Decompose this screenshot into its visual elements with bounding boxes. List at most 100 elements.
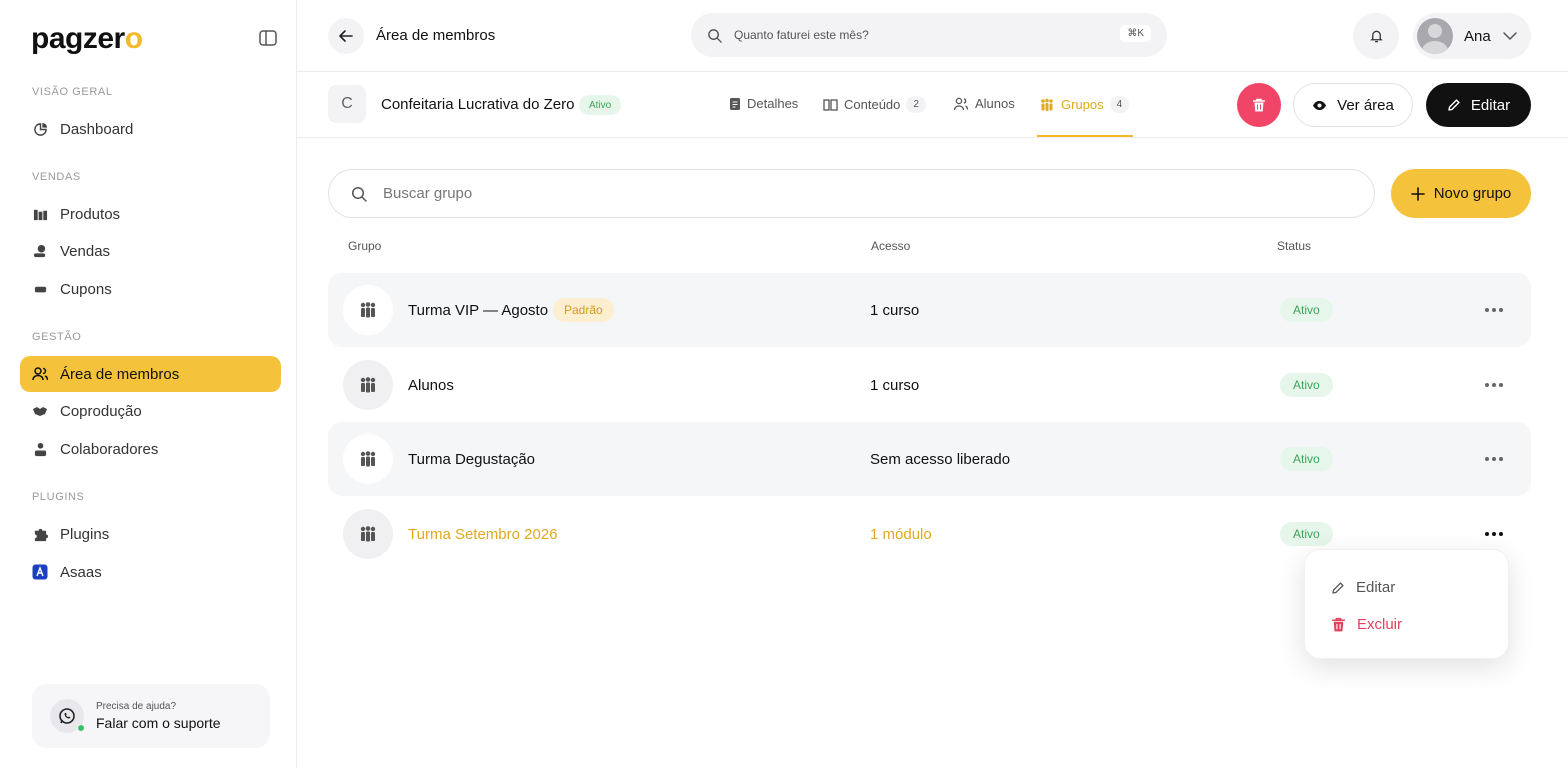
column-header-status[interactable]: Status bbox=[1277, 239, 1311, 253]
sidebar-item-cupons[interactable]: Cupons bbox=[20, 271, 281, 307]
handshake-icon bbox=[32, 403, 48, 419]
support-card[interactable]: Precisa de ajuda? Falar com o suporte bbox=[32, 684, 270, 748]
sidebar-item-label: Produtos bbox=[60, 205, 121, 223]
more-options-icon[interactable] bbox=[1480, 446, 1508, 472]
puzzle-icon bbox=[32, 526, 48, 542]
sidebar-item-area-membros[interactable]: Área de membros bbox=[20, 356, 281, 392]
row-actions-menu: Editar Excluir bbox=[1304, 549, 1509, 659]
trash-icon bbox=[1332, 617, 1345, 631]
document-icon bbox=[730, 97, 740, 110]
sidebar-item-produtos[interactable]: Produtos bbox=[20, 196, 281, 232]
product-header: C Confeitaria Lucrativa do Zero Ativo De… bbox=[297, 72, 1568, 138]
column-header-acesso[interactable]: Acesso bbox=[871, 239, 910, 253]
group-name: Alunos bbox=[408, 377, 454, 394]
status-badge: Ativo bbox=[1280, 373, 1333, 397]
eye-icon bbox=[1313, 100, 1327, 110]
new-group-button[interactable]: Novo grupo bbox=[1391, 169, 1531, 218]
more-options-icon[interactable] bbox=[1480, 521, 1508, 547]
view-area-button[interactable]: Ver área bbox=[1293, 83, 1413, 127]
group-access: 1 módulo bbox=[870, 526, 932, 543]
user-menu[interactable]: Ana bbox=[1413, 13, 1531, 59]
table-row[interactable]: Turma Degustação Sem acesso liberado Ati… bbox=[328, 422, 1531, 496]
support-link[interactable]: Falar com o suporte bbox=[96, 715, 221, 731]
menu-item-delete[interactable]: Excluir bbox=[1331, 616, 1402, 633]
sidebar-item-label: Dashboard bbox=[60, 120, 134, 138]
status-badge: Ativo bbox=[579, 95, 622, 115]
group-name: Turma VIP — Agosto bbox=[408, 302, 549, 319]
tab-count: 4 bbox=[1109, 96, 1130, 113]
group-icon bbox=[1041, 98, 1053, 111]
menu-item-edit[interactable]: Editar bbox=[1331, 579, 1395, 596]
arrow-left-icon bbox=[339, 30, 353, 42]
status-badge: Ativo bbox=[1280, 522, 1333, 546]
more-options-icon[interactable] bbox=[1480, 297, 1508, 323]
group-icon bbox=[343, 285, 393, 335]
dashboard-icon bbox=[32, 121, 48, 137]
logo[interactable]: pagzero bbox=[31, 22, 143, 56]
status-badge: Ativo bbox=[1280, 298, 1333, 322]
members-icon bbox=[32, 366, 48, 382]
group-access: 1 curso bbox=[870, 302, 920, 319]
tab-alunos[interactable]: Alunos bbox=[953, 96, 1015, 111]
notifications-button[interactable] bbox=[1353, 13, 1399, 59]
page-title: Área de membros bbox=[376, 27, 496, 44]
tab-detalhes[interactable]: Detalhes bbox=[729, 96, 798, 111]
online-dot bbox=[77, 724, 85, 732]
sidebar: pagzero VISÃO GERAL Dashboard VENDAS Pro… bbox=[0, 0, 297, 768]
sidebar-item-plugins[interactable]: Plugins bbox=[20, 516, 281, 552]
plus-icon bbox=[1410, 186, 1425, 201]
tab-grupos[interactable]: Grupos 4 bbox=[1039, 96, 1130, 113]
asaas-icon bbox=[32, 564, 48, 580]
pencil-icon bbox=[1448, 99, 1460, 111]
column-header-grupo[interactable]: Grupo bbox=[348, 239, 381, 253]
back-button[interactable] bbox=[328, 18, 364, 54]
group-icon bbox=[343, 434, 393, 484]
more-options-icon[interactable] bbox=[1480, 372, 1508, 398]
collaborators-icon bbox=[32, 441, 48, 457]
section-label: VISÃO GERAL bbox=[32, 86, 113, 98]
section-label: PLUGINS bbox=[32, 491, 85, 503]
tab-conteudo[interactable]: Conteúdo 2 bbox=[823, 96, 926, 113]
bell-icon bbox=[1369, 30, 1383, 43]
table-row[interactable]: Alunos 1 curso Ativo bbox=[328, 348, 1531, 422]
sidebar-item-label: Coprodução bbox=[60, 402, 142, 420]
sidebar-item-label: Área de membros bbox=[60, 365, 180, 383]
section-label: VENDAS bbox=[32, 171, 81, 183]
delete-button[interactable] bbox=[1237, 83, 1281, 127]
avatar bbox=[1417, 18, 1453, 54]
global-search-input[interactable]: Quanto faturei este mês? ⌘K bbox=[691, 13, 1167, 57]
trash-icon bbox=[1253, 98, 1265, 111]
sidebar-item-colaboradores[interactable]: Colaboradores bbox=[20, 431, 281, 467]
active-tab-indicator bbox=[1037, 135, 1133, 137]
sidebar-item-label: Vendas bbox=[60, 242, 111, 260]
users-icon bbox=[953, 97, 969, 110]
default-badge: Padrão bbox=[553, 298, 614, 322]
section-label: GESTÃO bbox=[32, 331, 82, 343]
group-name: Turma Setembro 2026 bbox=[408, 526, 558, 543]
sidebar-item-vendas[interactable]: Vendas bbox=[20, 233, 281, 269]
group-search-input[interactable]: Buscar grupo bbox=[328, 169, 1375, 218]
book-icon bbox=[823, 98, 838, 111]
sidebar-toggle-icon[interactable] bbox=[258, 28, 278, 48]
sidebar-item-label: Asaas bbox=[60, 563, 102, 581]
group-icon bbox=[343, 360, 393, 410]
group-access: 1 curso bbox=[870, 377, 920, 394]
search-icon bbox=[351, 186, 367, 202]
topbar: Área de membros Quanto faturei este mês?… bbox=[297, 0, 1568, 72]
edit-button[interactable]: Editar bbox=[1426, 83, 1531, 127]
product-name: Confeitaria Lucrativa do Zero bbox=[381, 96, 575, 113]
tab-count: 2 bbox=[906, 96, 926, 113]
sidebar-item-label: Cupons bbox=[60, 280, 112, 298]
support-caption: Precisa de ajuda? bbox=[96, 701, 177, 712]
status-badge: Ativo bbox=[1280, 447, 1333, 471]
whatsapp-icon bbox=[50, 699, 85, 733]
chevron-down-icon bbox=[1502, 32, 1517, 41]
sidebar-item-dashboard[interactable]: Dashboard bbox=[20, 111, 281, 147]
group-access: Sem acesso liberado bbox=[870, 451, 1011, 468]
pencil-icon bbox=[1332, 581, 1344, 594]
sales-icon bbox=[32, 243, 48, 259]
sidebar-item-coproducao[interactable]: Coprodução bbox=[20, 393, 281, 429]
sidebar-item-asaas[interactable]: Asaas bbox=[20, 554, 281, 590]
sidebar-item-label: Colaboradores bbox=[60, 440, 159, 458]
table-row[interactable]: Turma VIP — Agosto Padrão 1 curso Ativo bbox=[328, 273, 1531, 347]
